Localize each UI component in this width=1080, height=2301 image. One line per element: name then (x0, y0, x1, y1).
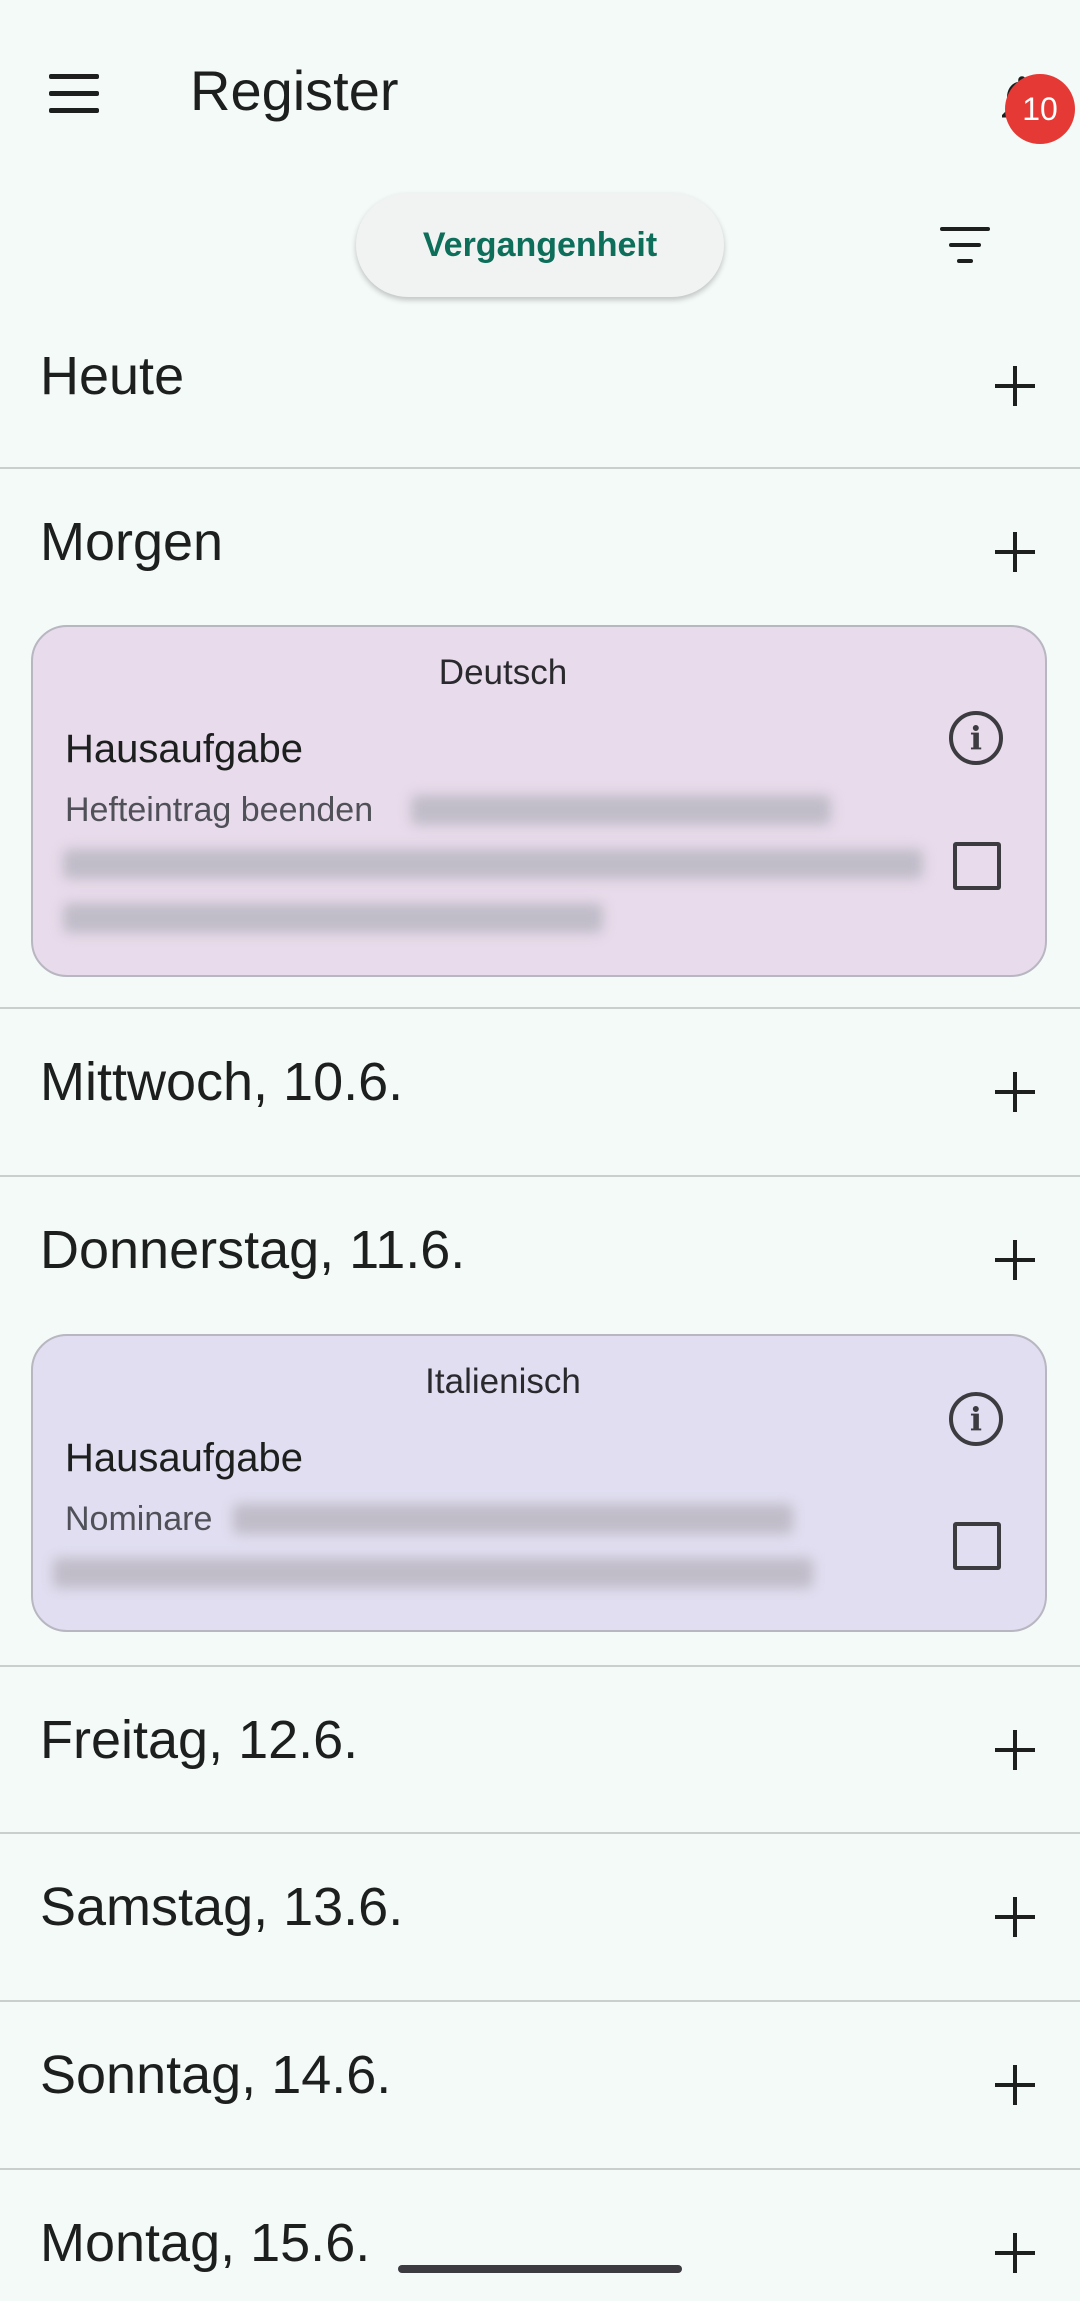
plus-icon[interactable] (990, 2228, 1040, 2278)
info-icon[interactable]: i (949, 1392, 1003, 1446)
home-indicator[interactable] (398, 2265, 682, 2273)
redacted-text (63, 903, 603, 933)
card-subject: Italienisch (425, 1362, 581, 1401)
checkbox-icon[interactable] (953, 842, 1001, 890)
card-type: Hausaufgabe (65, 727, 303, 771)
day-label: Sonntag, 14.6. (40, 2045, 392, 2105)
plus-icon[interactable] (990, 1067, 1040, 1117)
info-icon[interactable]: i (949, 711, 1003, 765)
card-description: Nominare (65, 1500, 213, 1538)
plus-icon[interactable] (990, 361, 1040, 411)
redacted-text (411, 795, 831, 825)
day-label: Mittwoch, 10.6. (40, 1052, 404, 1112)
past-button[interactable]: Vergangenheit (356, 193, 724, 297)
notification-badge[interactable]: 10 (1005, 74, 1075, 144)
day-section-thursday: Donnerstag, 11.6. Italienisch Hausaufgab… (0, 1177, 1080, 1667)
card-type: Hausaufgabe (65, 1436, 303, 1480)
plus-icon[interactable] (990, 1725, 1040, 1775)
app-bar: Register 10 (0, 0, 1080, 190)
day-label: Donnerstag, 11.6. (40, 1220, 466, 1280)
day-section-saturday: Samstag, 13.6. (0, 1834, 1080, 2002)
day-label: Montag, 15.6. (40, 2213, 371, 2273)
day-label: Heute (40, 346, 185, 406)
card-description: Hefteintrag beenden (65, 791, 374, 829)
plus-icon[interactable] (990, 1892, 1040, 1942)
day-label: Freitag, 12.6. (40, 1710, 359, 1770)
redacted-text (63, 849, 923, 879)
checkbox-icon[interactable] (953, 1522, 1001, 1570)
menu-icon[interactable] (44, 72, 104, 120)
day-section-sunday: Sonntag, 14.6. (0, 2002, 1080, 2170)
day-section-tomorrow: Morgen Deutsch Hausaufgabe Hefteintrag b… (0, 469, 1080, 1009)
redacted-text (233, 1504, 793, 1534)
day-label: Samstag, 13.6. (40, 1877, 404, 1937)
plus-icon[interactable] (990, 527, 1040, 577)
plus-icon[interactable] (990, 2060, 1040, 2110)
card-subject: Deutsch (438, 653, 568, 692)
plus-icon[interactable] (990, 1235, 1040, 1285)
day-label: Morgen (40, 512, 224, 572)
task-card[interactable]: Deutsch Hausaufgabe Hefteintrag beenden … (31, 625, 1047, 977)
day-section-friday: Freitag, 12.6. (0, 1667, 1080, 1834)
day-section-today: Heute (0, 303, 1080, 469)
redacted-text (53, 1558, 813, 1588)
task-card[interactable]: Italienisch Hausaufgabe Nominare i (31, 1334, 1047, 1632)
day-section-monday: Montag, 15.6. (0, 2170, 1080, 2301)
filter-icon[interactable] (930, 220, 1000, 270)
page-title: Register (190, 59, 399, 122)
day-section-wednesday: Mittwoch, 10.6. (0, 1009, 1080, 1177)
